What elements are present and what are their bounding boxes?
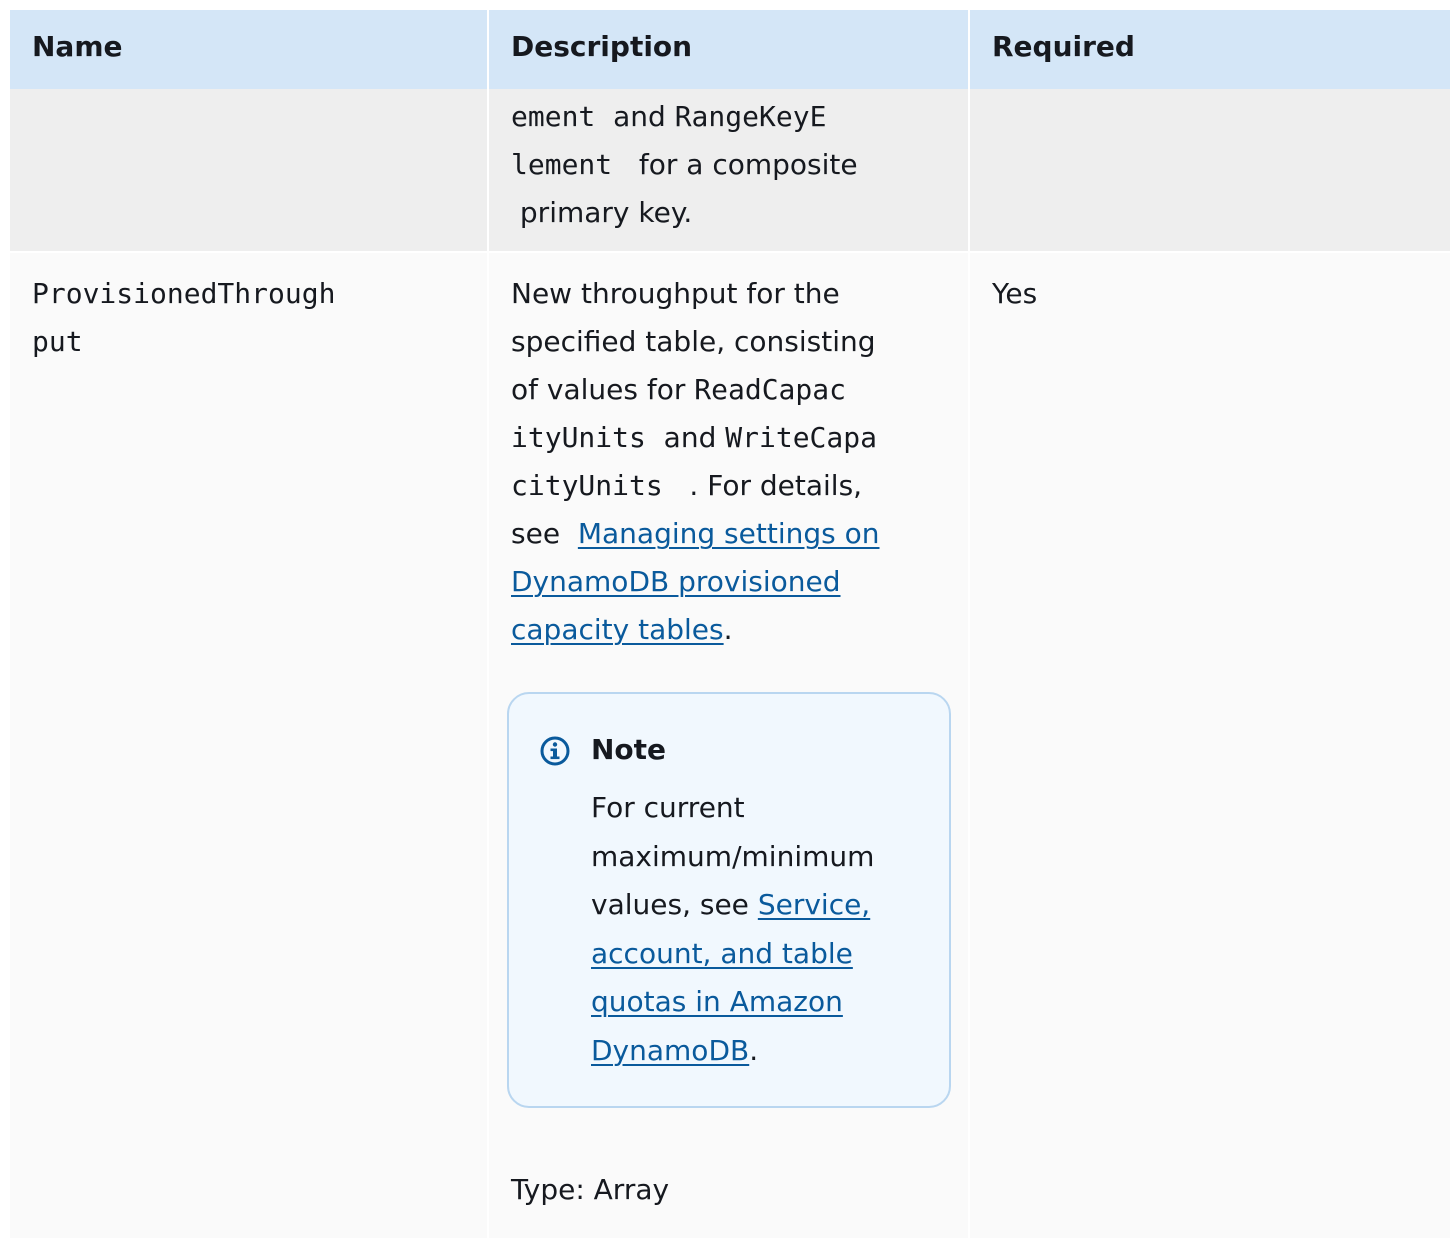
description-line: specified table, consisting	[511, 325, 876, 358]
text-fragment: and	[613, 100, 666, 133]
text-fragment: primary key.	[519, 196, 693, 229]
service-quotas-link[interactable]: account, and table	[591, 937, 853, 970]
note-body: For current maximum/minimum values, see …	[591, 784, 931, 1075]
description-line: lement for a composite	[511, 141, 952, 189]
code-fragment: ReadCapac	[694, 373, 846, 406]
table-header-row: Name Description Required	[10, 10, 1450, 89]
note-title: Note	[591, 733, 667, 766]
code-fragment: ement	[511, 100, 596, 133]
note-line: values, see Service,	[591, 881, 931, 930]
description-line: ement and RangeKeyE	[511, 93, 952, 141]
text-fragment: and	[663, 421, 717, 454]
note-line: account, and table	[591, 930, 931, 979]
description-line: DynamoDB provisioned	[511, 558, 952, 606]
note-line: maximum/minimum	[591, 839, 875, 873]
code-fragment: RangeKeyE	[674, 100, 827, 133]
note-line: DynamoDB.	[591, 1027, 931, 1076]
description-cell: ement and RangeKeyE lement for a composi…	[489, 89, 970, 251]
note-callout: Note For current maximum/minimum values,…	[507, 692, 951, 1108]
description-cell: New throughput for the specified table, …	[489, 253, 970, 1238]
description-line: primary key.	[511, 189, 952, 237]
type-label: Type: Array	[511, 1173, 670, 1206]
header-required: Required	[992, 30, 1135, 63]
text-fragment: .	[749, 1033, 759, 1067]
name-cell: ProvisionedThrough put	[10, 253, 489, 1238]
header-name: Name	[10, 10, 489, 89]
code-fragment: ityUnits	[511, 421, 646, 454]
info-icon	[540, 736, 570, 766]
text-fragment: see	[511, 517, 561, 550]
text-fragment: of values for	[511, 373, 686, 406]
description-line: see Managing settings on	[511, 510, 952, 558]
description-line: of values for ReadCapac	[511, 366, 952, 414]
provisioned-capacity-link[interactable]: Managing settings on	[578, 517, 880, 550]
code-fragment: lement	[511, 148, 613, 181]
note-line: For current	[591, 791, 745, 824]
table-row: ement and RangeKeyE lement for a composi…	[10, 89, 1450, 251]
param-name-line: put	[32, 325, 83, 358]
code-fragment: WriteCapa	[725, 421, 877, 454]
service-quotas-link[interactable]: DynamoDB	[591, 1034, 749, 1067]
text-fragment: . For details,	[689, 469, 863, 502]
provisioned-capacity-link[interactable]: capacity tables	[511, 613, 724, 646]
description-line: cityUnits . For details,	[511, 462, 952, 510]
description-line: capacity tables.	[511, 606, 952, 654]
text-fragment: for a composite	[638, 148, 858, 181]
required-cell	[970, 89, 1450, 251]
provisioned-capacity-link[interactable]: DynamoDB provisioned	[511, 565, 841, 598]
description-line: New throughput for the	[511, 277, 840, 310]
code-fragment: cityUnits	[511, 469, 663, 502]
required-cell: Yes	[992, 277, 1038, 310]
text-fragment: values, see	[591, 888, 749, 921]
header-description: Description	[489, 10, 970, 89]
note-line: quotas in Amazon	[591, 978, 931, 1027]
parameters-table: Name Description Required ement and Rang…	[10, 10, 1450, 1238]
service-quotas-link[interactable]: Service,	[758, 888, 870, 921]
description-line: ityUnits and WriteCapa	[511, 414, 952, 462]
service-quotas-link[interactable]: quotas in Amazon	[591, 985, 843, 1018]
param-name-line: ProvisionedThrough	[32, 277, 336, 310]
text-fragment: .	[723, 613, 733, 646]
table-row: ProvisionedThrough put New throughput fo…	[10, 251, 1450, 1238]
name-cell	[10, 89, 489, 251]
